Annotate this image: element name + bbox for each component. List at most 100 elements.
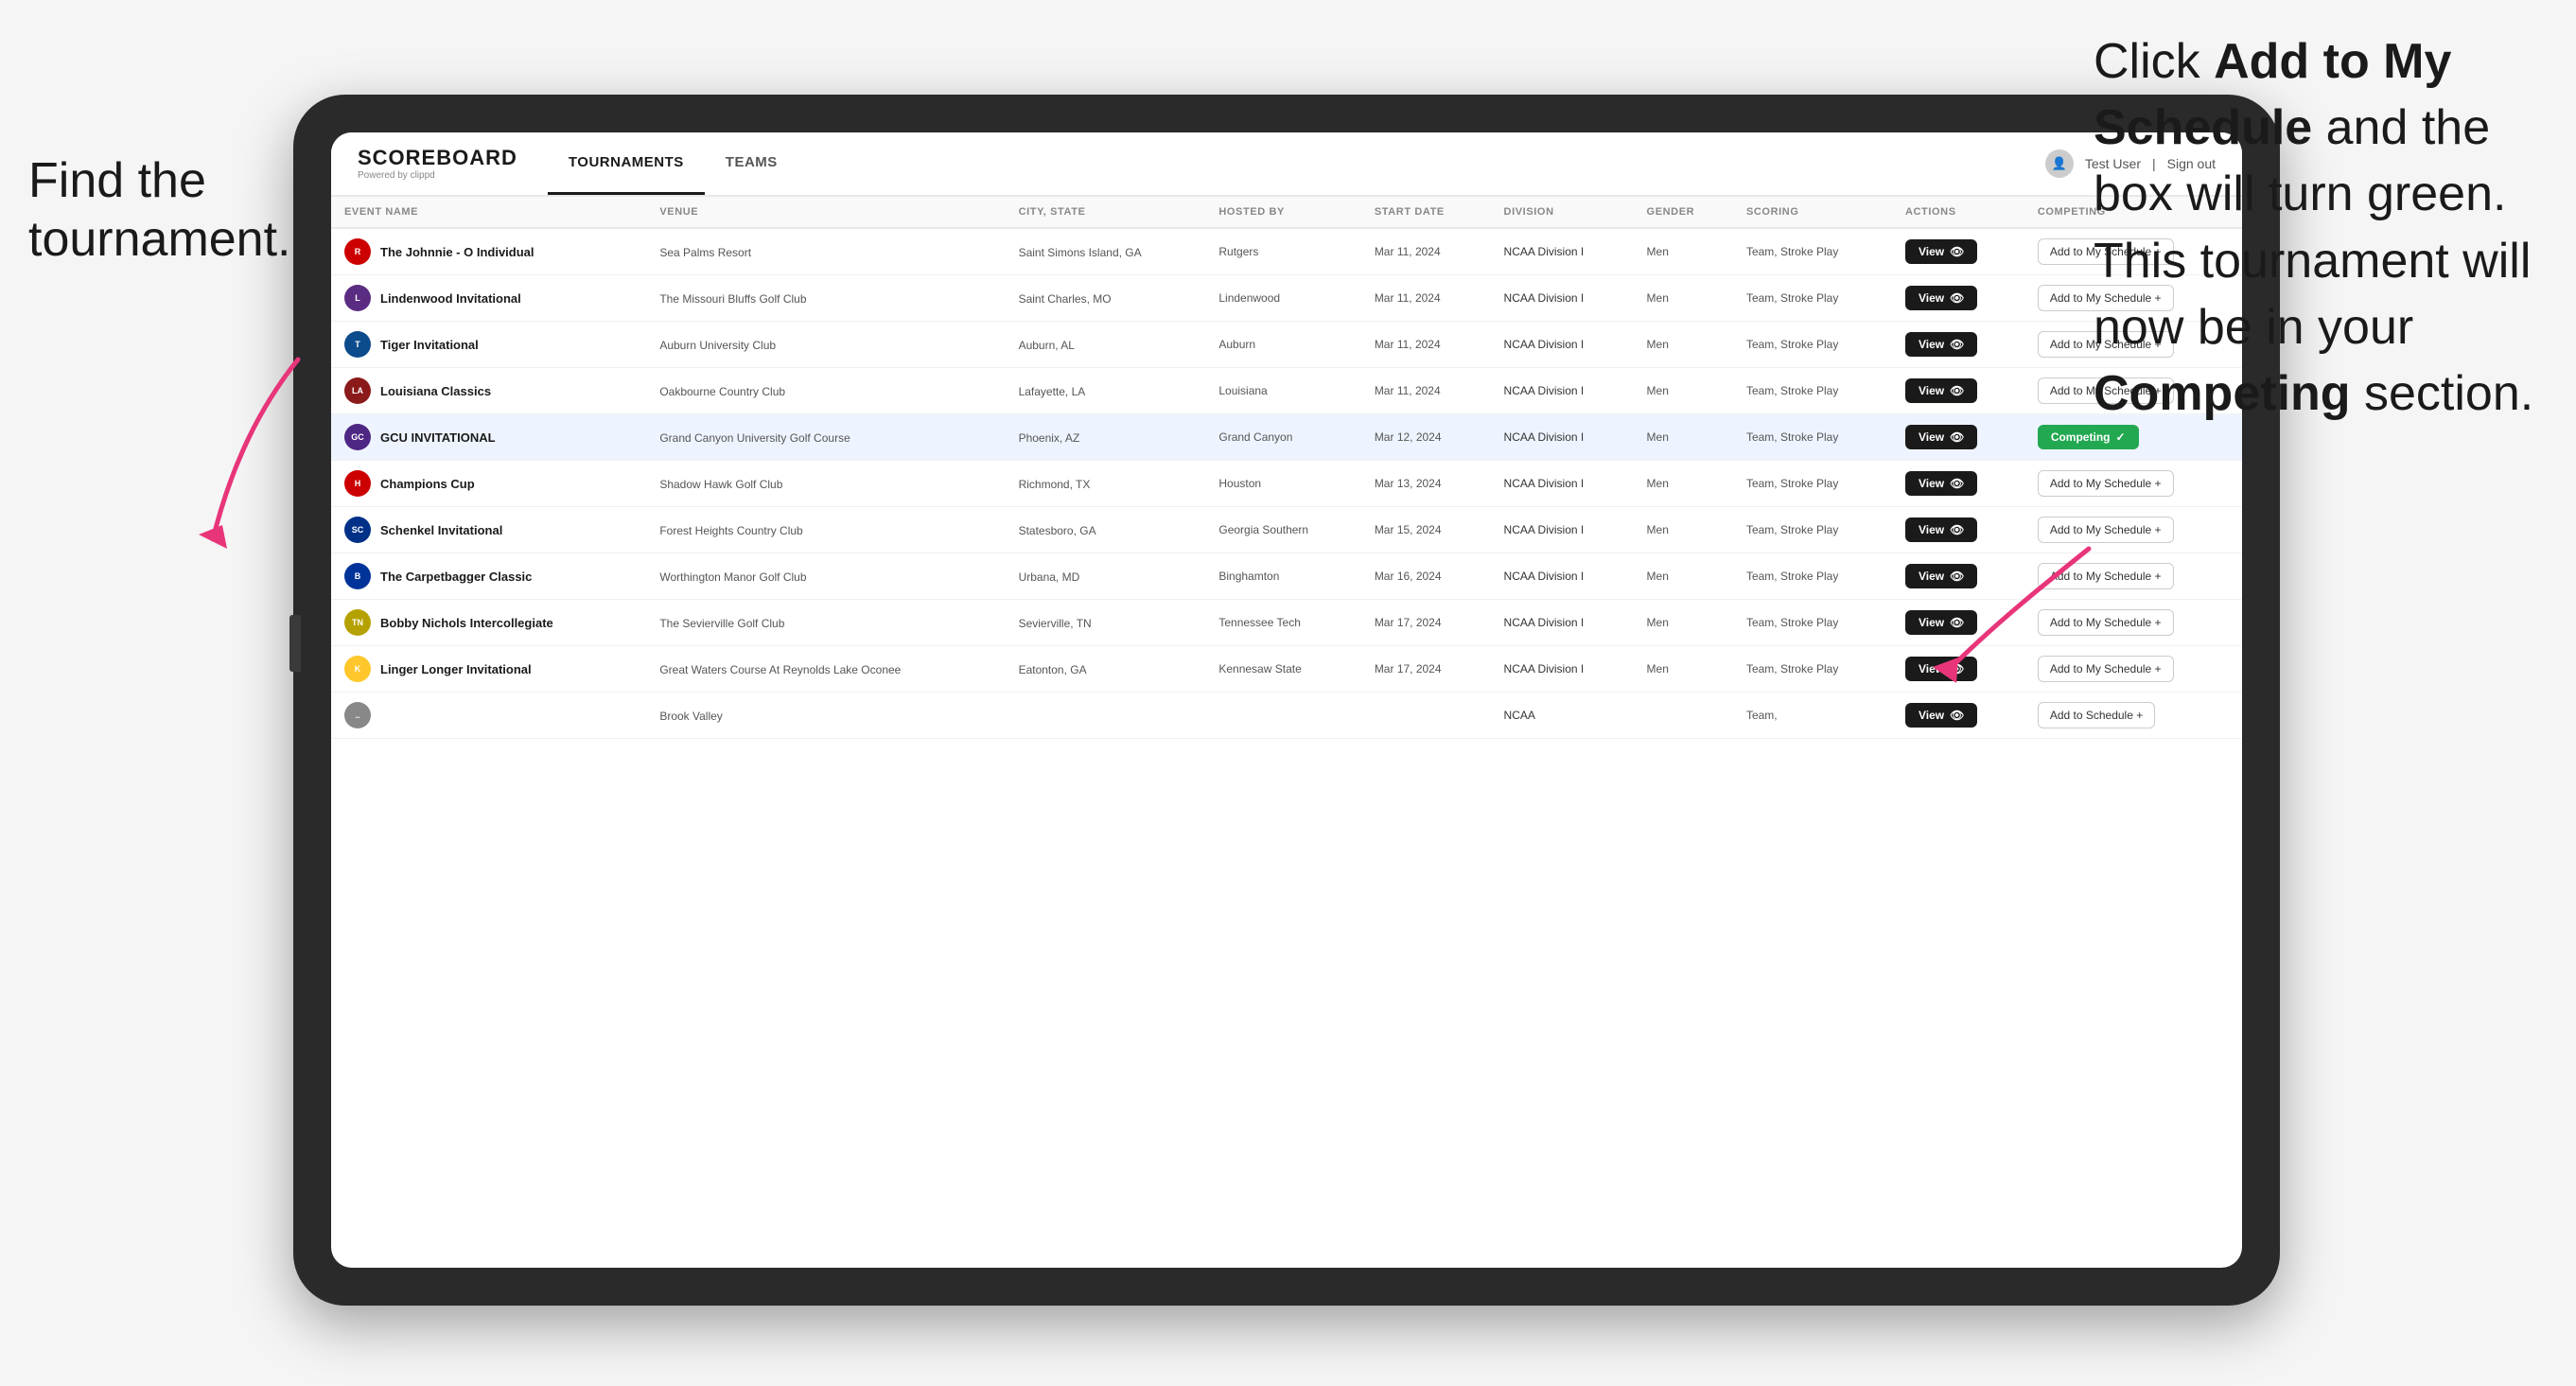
cell-gender: Men [1634, 322, 1733, 368]
scoring-text: Team, Stroke Play [1746, 523, 1838, 536]
cell-start-date: Mar 15, 2024 [1361, 507, 1491, 553]
view-label: View [1919, 245, 1944, 258]
add-schedule-label: Add to My Schedule + [2050, 616, 2162, 629]
annotation-left-line2: tournament. [28, 210, 291, 269]
view-button[interactable]: View 👁 [1905, 471, 1977, 496]
cell-city-state: Lafayette, LA [1006, 368, 1206, 414]
view-label: View [1919, 384, 1944, 397]
add-schedule-button[interactable]: Add to My Schedule + [2038, 517, 2174, 543]
start-date-text: Mar 17, 2024 [1375, 616, 1442, 629]
scoring-text: Team, Stroke Play [1746, 570, 1838, 583]
table-row: L Lindenwood Invitational The Missouri B… [331, 275, 2242, 322]
cell-division: NCAA Division I [1491, 600, 1634, 646]
tab-tournaments[interactable]: TOURNAMENTS [548, 132, 705, 195]
col-division: DIVISION [1491, 197, 1634, 228]
add-schedule-label: Add to My Schedule + [2050, 570, 2162, 583]
view-button[interactable]: View 👁 [1905, 332, 1977, 357]
view-button[interactable]: View 👁 [1905, 518, 1977, 542]
division-text: NCAA Division I [1504, 384, 1585, 397]
cell-venue: The Sevierville Golf Club [646, 600, 1005, 646]
hosted-by-text: Kennesaw State [1218, 662, 1301, 675]
gender-text: Men [1647, 570, 1669, 583]
view-button[interactable]: View 👁 [1905, 425, 1977, 449]
cell-start-date: Mar 16, 2024 [1361, 553, 1491, 600]
scoring-text: Team, Stroke Play [1746, 662, 1838, 675]
add-schedule-button[interactable]: Add to Schedule + [2038, 702, 2155, 728]
cell-gender: Men [1634, 646, 1733, 693]
cell-scoring: Team, Stroke Play [1733, 275, 1892, 322]
view-button[interactable]: View 👁 [1905, 610, 1977, 635]
tab-teams[interactable]: TEAMS [705, 132, 798, 195]
hosted-by-text: Houston [1218, 477, 1261, 490]
table-row: K Linger Longer Invitational Great Water… [331, 646, 2242, 693]
cell-city-state: Statesboro, GA [1006, 507, 1206, 553]
start-date-text: Mar 12, 2024 [1375, 430, 1442, 444]
cell-scoring: Team, Stroke Play [1733, 646, 1892, 693]
event-name-text: Tiger Invitational [380, 338, 479, 352]
start-date-text: Mar 15, 2024 [1375, 523, 1442, 536]
scoring-text: Team, [1746, 709, 1778, 722]
venue-text: Auburn University Club [659, 339, 776, 352]
col-actions: ACTIONS [1892, 197, 2024, 228]
event-name-text: The Johnnie - O Individual [380, 245, 534, 259]
tablet-side-button [289, 615, 301, 672]
eye-icon: 👁 [1950, 662, 1964, 675]
view-button[interactable]: View 👁 [1905, 378, 1977, 403]
cell-gender: Men [1634, 275, 1733, 322]
cell-hosted-by: Houston [1205, 461, 1360, 507]
view-button[interactable]: View 👁 [1905, 657, 1977, 681]
cell-event-name: B The Carpetbagger Classic [331, 553, 646, 600]
cell-competing: Add to My Schedule + [2024, 553, 2242, 600]
city-text: Saint Simons Island, GA [1019, 246, 1142, 259]
eye-icon: 👁 [1950, 245, 1964, 258]
scoring-text: Team, Stroke Play [1746, 245, 1838, 258]
view-label: View [1919, 477, 1944, 490]
cell-scoring: Team, [1733, 693, 1892, 739]
cell-actions: View 👁 [1892, 461, 2024, 507]
venue-text: The Missouri Bluffs Golf Club [659, 292, 806, 306]
city-text: Statesboro, GA [1019, 524, 1096, 537]
venue-text: Oakbourne Country Club [659, 385, 785, 398]
city-text: Lafayette, LA [1019, 385, 1086, 398]
team-logo: .. [344, 702, 371, 728]
cell-hosted-by: Kennesaw State [1205, 646, 1360, 693]
add-schedule-button[interactable]: Add to My Schedule + [2038, 609, 2174, 636]
view-button[interactable]: View 👁 [1905, 703, 1977, 728]
table-row: .. Brook Valley NCAA Team, View 👁 Add to… [331, 693, 2242, 739]
cell-gender: Men [1634, 507, 1733, 553]
tablet-screen: SCOREBOARD Powered by clippd TOURNAMENTS… [331, 132, 2242, 1268]
cell-actions: View 👁 [1892, 693, 2024, 739]
team-logo: L [344, 285, 371, 311]
cell-actions: View 👁 [1892, 646, 2024, 693]
hosted-by-text: Rutgers [1218, 245, 1258, 258]
cell-actions: View 👁 [1892, 275, 2024, 322]
view-button[interactable]: View 👁 [1905, 564, 1977, 588]
cell-actions: View 👁 [1892, 228, 2024, 275]
event-name-text: The Carpetbagger Classic [380, 570, 532, 584]
hosted-by-text: Binghamton [1218, 570, 1279, 583]
division-text: NCAA Division I [1504, 430, 1585, 444]
event-name-text: Lindenwood Invitational [380, 291, 521, 306]
city-text: Sevierville, TN [1019, 617, 1092, 630]
start-date-text: Mar 11, 2024 [1375, 245, 1441, 258]
competing-button[interactable]: Competing ✓ [2038, 425, 2139, 449]
event-name-text: Louisiana Classics [380, 384, 491, 398]
gender-text: Men [1647, 430, 1669, 444]
add-schedule-label: Add to My Schedule + [2050, 662, 2162, 675]
annotation-right: Click Add to My Schedule and the box wil… [2094, 28, 2548, 427]
cell-event-name: TN Bobby Nichols Intercollegiate [331, 600, 646, 646]
view-button[interactable]: View 👁 [1905, 286, 1977, 310]
view-button[interactable]: View 👁 [1905, 239, 1977, 264]
add-schedule-button[interactable]: Add to My Schedule + [2038, 563, 2174, 589]
cell-event-name: R The Johnnie - O Individual [331, 228, 646, 275]
cell-scoring: Team, Stroke Play [1733, 322, 1892, 368]
add-schedule-button[interactable]: Add to My Schedule + [2038, 656, 2174, 682]
gender-text: Men [1647, 384, 1669, 397]
cell-event-name: GC GCU INVITATIONAL [331, 414, 646, 461]
add-schedule-button[interactable]: Add to My Schedule + [2038, 470, 2174, 497]
city-text: Saint Charles, MO [1019, 292, 1112, 306]
view-label: View [1919, 662, 1944, 675]
venue-text: The Sevierville Golf Club [659, 617, 784, 630]
cell-scoring: Team, Stroke Play [1733, 228, 1892, 275]
cell-event-name: T Tiger Invitational [331, 322, 646, 368]
